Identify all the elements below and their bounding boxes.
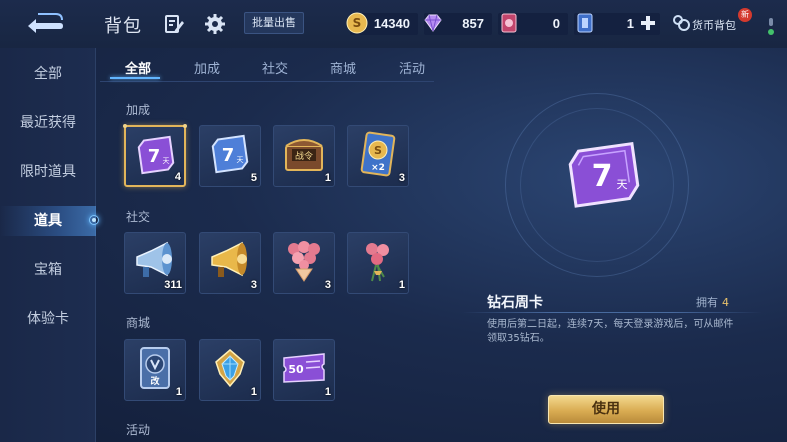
item-quantity: 3 bbox=[250, 279, 257, 291]
item-slot-rose-bunch[interactable]: 1 bbox=[347, 232, 409, 294]
blue-megaphone-icon bbox=[136, 241, 172, 277]
section-label-event: 活动 bbox=[126, 423, 151, 437]
item-slot-rose-bouquet[interactable]: 3 bbox=[273, 232, 335, 294]
category-sidebar: 全部 最近获得 限时道具 道具 宝箱 体验卡 bbox=[0, 48, 96, 442]
section-label-shop: 商城 bbox=[126, 316, 151, 330]
item-quantity: 1 bbox=[250, 386, 257, 398]
network-status-icon bbox=[768, 18, 774, 35]
use-button[interactable]: 使用 bbox=[548, 395, 664, 424]
diamond-amount: 857 bbox=[462, 16, 484, 31]
tab-boost[interactable]: 加成 bbox=[194, 58, 220, 77]
item-slot-double-gold-card[interactable]: S ×2 3 bbox=[347, 125, 409, 187]
gold-megaphone-icon bbox=[211, 241, 247, 277]
new-badge: 新 bbox=[738, 8, 752, 22]
sidebar-item-limited[interactable]: 限时道具 bbox=[0, 157, 96, 187]
diamond-counter: 857 bbox=[424, 13, 492, 35]
item-quantity: 3 bbox=[324, 279, 331, 291]
gear-icon[interactable] bbox=[204, 13, 226, 35]
tab-social[interactable]: 社交 bbox=[262, 58, 288, 77]
gold-coin-counter: S 14340 bbox=[346, 12, 418, 35]
item-quantity: 1 bbox=[175, 386, 182, 398]
item-quantity: 5 bbox=[250, 172, 257, 184]
item-slot-blue-megaphone[interactable]: 311 bbox=[124, 232, 186, 294]
svg-text:×2: ×2 bbox=[371, 163, 385, 173]
edit-note-icon[interactable] bbox=[163, 13, 185, 35]
tab-shop[interactable]: 商城 bbox=[330, 58, 356, 77]
item-slot-purple-coupon[interactable]: 50 1 bbox=[273, 339, 335, 401]
detail-divider bbox=[462, 312, 762, 313]
rose-bunch-icon bbox=[366, 243, 389, 282]
blue-ticket-icon bbox=[577, 13, 593, 33]
tab-event[interactable]: 活动 bbox=[399, 58, 425, 77]
section-label-boost: 加成 bbox=[126, 103, 151, 117]
item-slot-diamond-week-card[interactable]: 7 天 4 bbox=[123, 124, 187, 187]
item-slot-battle-pass-chest[interactable]: 战令 1 bbox=[273, 125, 335, 187]
plus-icon[interactable] bbox=[640, 15, 656, 31]
svg-text:7: 7 bbox=[592, 159, 613, 194]
svg-text:天: 天 bbox=[617, 178, 628, 191]
wallet-icon bbox=[673, 15, 690, 31]
blue-week-card-icon: 7 天 bbox=[211, 134, 249, 174]
purple-coupon-icon: 50 bbox=[283, 353, 325, 383]
sidebar-item-props[interactable]: 道具 bbox=[0, 206, 96, 236]
battle-pass-chest-icon: 战令 bbox=[285, 139, 323, 171]
ticket-amount: 1 bbox=[626, 16, 634, 31]
diamond-icon bbox=[424, 14, 442, 32]
sidebar-item-chests[interactable]: 宝箱 bbox=[0, 255, 96, 285]
top-bar: 背包 批量出售 S 14340 857 0 1 货币背包 新 bbox=[0, 0, 787, 48]
card-amount: 0 bbox=[552, 16, 560, 31]
item-quantity: 1 bbox=[324, 172, 331, 184]
rename-card-icon: 改 bbox=[140, 347, 170, 389]
diamond-week-card-preview-icon: 7 天 bbox=[568, 141, 640, 208]
double-gold-card-icon: S ×2 bbox=[360, 131, 396, 177]
sidebar-active-indicator bbox=[89, 215, 99, 225]
card-counter: 0 bbox=[498, 13, 568, 35]
bulk-sell-button[interactable]: 批量出售 bbox=[244, 12, 304, 34]
svg-text:S: S bbox=[353, 16, 362, 30]
owned-count: 拥有 4 bbox=[696, 294, 729, 310]
owned-number: 4 bbox=[722, 296, 729, 309]
gold-coin-amount: 14340 bbox=[373, 16, 410, 31]
item-quantity: 311 bbox=[164, 279, 182, 291]
wallet-label: 货币背包 bbox=[692, 19, 736, 32]
back-arrow-icon[interactable] bbox=[22, 10, 66, 36]
ticket-counter: 1 bbox=[574, 13, 660, 35]
svg-text:天: 天 bbox=[163, 157, 170, 165]
tab-all[interactable]: 全部 bbox=[125, 58, 151, 77]
owned-label: 拥有 bbox=[696, 296, 718, 309]
svg-text:改: 改 bbox=[150, 375, 160, 387]
gold-coin-icon: S bbox=[346, 12, 368, 34]
item-quantity: 1 bbox=[324, 386, 331, 398]
svg-text:天: 天 bbox=[237, 156, 244, 164]
red-card-icon bbox=[501, 13, 517, 33]
svg-text:战令: 战令 bbox=[295, 150, 313, 162]
selection-corner bbox=[183, 124, 187, 128]
currency-wallet-button[interactable]: 货币背包 新 bbox=[672, 8, 762, 36]
svg-text:7: 7 bbox=[148, 146, 161, 167]
item-slot-blue-week-card[interactable]: 7 天 5 bbox=[199, 125, 261, 187]
item-slot-crystal-crest[interactable]: 1 bbox=[199, 339, 261, 401]
item-quantity: 4 bbox=[174, 171, 181, 183]
active-tab-underline bbox=[110, 77, 160, 79]
section-label-social: 社交 bbox=[126, 210, 151, 224]
svg-text:7: 7 bbox=[222, 145, 235, 166]
diamond-week-card-icon: 7 天 bbox=[137, 135, 175, 175]
sidebar-item-all[interactable]: 全部 bbox=[0, 59, 96, 89]
item-detail-name: 钻石周卡 bbox=[487, 295, 543, 311]
svg-text:50: 50 bbox=[288, 363, 304, 376]
svg-text:S: S bbox=[374, 144, 382, 157]
item-slot-rename-card[interactable]: 改 1 bbox=[124, 339, 186, 401]
item-detail-description: 使用后第二日起，连续7天，每天登录游戏后，可从邮件领取35钻石。 bbox=[487, 319, 734, 344]
sidebar-item-recent[interactable]: 最近获得 bbox=[0, 108, 96, 138]
rose-bouquet-icon bbox=[288, 241, 320, 282]
item-slot-gold-megaphone[interactable]: 3 bbox=[199, 232, 261, 294]
crystal-crest-icon bbox=[215, 349, 245, 388]
item-quantity: 3 bbox=[398, 172, 405, 184]
sidebar-item-trial-cards[interactable]: 体验卡 bbox=[0, 304, 96, 334]
item-quantity: 1 bbox=[398, 279, 405, 291]
page-title: 背包 bbox=[104, 16, 142, 37]
selection-corner bbox=[123, 124, 127, 128]
